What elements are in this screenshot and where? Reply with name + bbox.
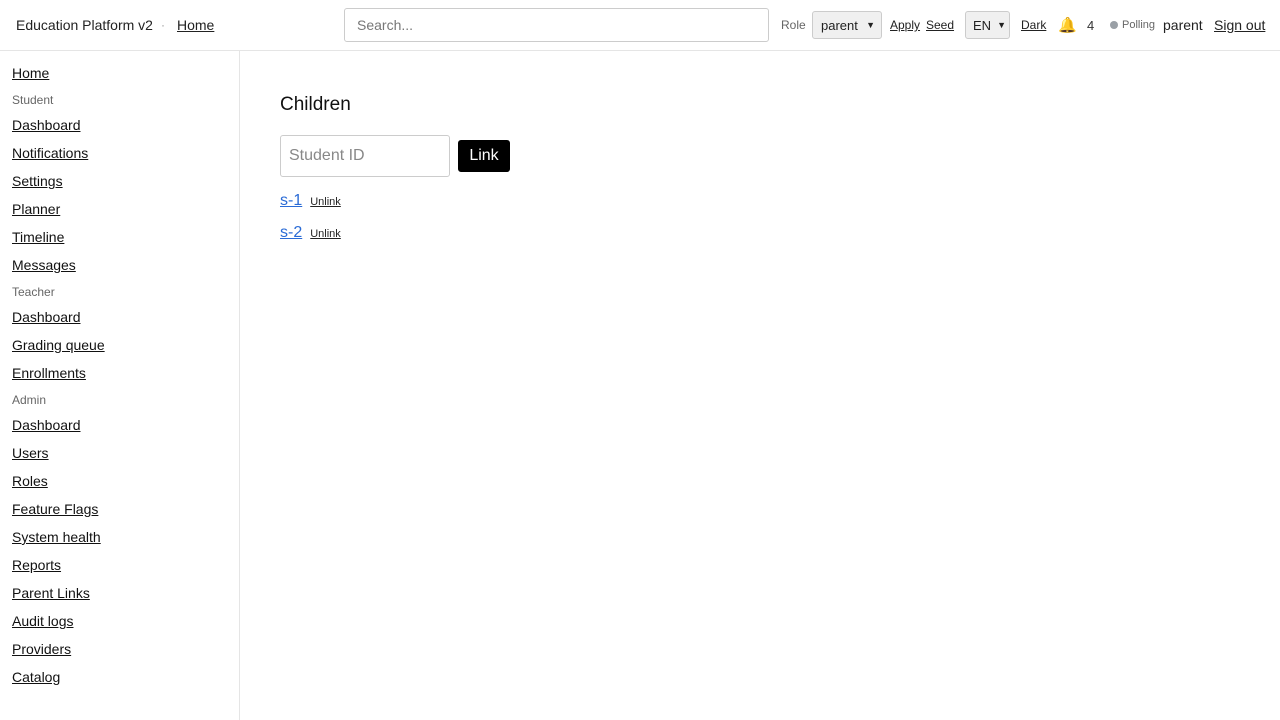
app-title: Education Platform v2 — [16, 17, 153, 33]
top-header: Education Platform v2 · Home Role parent… — [0, 0, 1280, 51]
sidebar-item-grading-queue[interactable]: Grading queue — [12, 337, 105, 353]
sidebar-item-notifications[interactable]: Notifications — [12, 145, 88, 161]
sidebar-item-roles[interactable]: Roles — [12, 473, 48, 489]
role-select-value: parent — [821, 17, 858, 33]
sidebar-item-users[interactable]: Users — [12, 445, 49, 461]
apply-role-link[interactable]: Apply — [890, 0, 920, 50]
polling-status-label: Polling — [1122, 19, 1156, 31]
sidebar-item-timeline[interactable]: Timeline — [12, 229, 64, 245]
chevron-down-icon: ▼ — [866, 20, 875, 30]
link-student-button[interactable]: Link — [458, 140, 510, 172]
sidebar-item-system-health[interactable]: System health — [12, 529, 101, 545]
language-select-value: EN — [973, 17, 992, 33]
notification-count: 4 — [1087, 17, 1095, 33]
current-user-name: parent — [1163, 17, 1203, 33]
sidebar-item-student-dashboard[interactable]: Dashboard — [12, 117, 81, 133]
role-select[interactable]: parent ▼ — [812, 11, 882, 39]
sidebar-item-audit-logs[interactable]: Audit logs — [12, 613, 73, 629]
search-input[interactable] — [344, 8, 769, 42]
language-select[interactable]: EN ▼ — [965, 11, 1010, 39]
sidebar-item-teacher-dashboard[interactable]: Dashboard — [12, 309, 81, 325]
sidebar-section-admin: Admin — [12, 393, 47, 407]
header-home-link[interactable]: Home — [177, 0, 214, 50]
sidebar: Home Student Dashboard Notifications Set… — [0, 51, 240, 720]
sidebar-item-messages[interactable]: Messages — [12, 257, 76, 273]
sidebar-item-feature-flags[interactable]: Feature Flags — [12, 501, 98, 517]
unlink-button[interactable]: Unlink — [310, 228, 341, 240]
dark-mode-toggle[interactable]: Dark — [1021, 0, 1046, 50]
bell-icon[interactable]: 🔔 — [1058, 0, 1077, 50]
seed-link[interactable]: Seed — [926, 0, 954, 50]
sidebar-item-settings[interactable]: Settings — [12, 173, 63, 189]
sidebar-section-teacher: Teacher — [12, 285, 55, 299]
sidebar-section-student: Student — [12, 93, 54, 107]
child-id-link[interactable]: s-2 — [280, 224, 302, 242]
page-title: Children — [280, 94, 351, 115]
sidebar-item-catalog[interactable]: Catalog — [12, 669, 60, 685]
student-id-input[interactable] — [280, 135, 450, 177]
child-id-link[interactable]: s-1 — [280, 192, 302, 210]
sidebar-item-parent-links[interactable]: Parent Links — [12, 585, 90, 601]
chevron-down-icon: ▼ — [997, 20, 1006, 30]
sidebar-item-enrollments[interactable]: Enrollments — [12, 365, 86, 381]
sidebar-item-reports[interactable]: Reports — [12, 557, 61, 573]
polling-status-dot — [1110, 21, 1118, 29]
sign-out-link[interactable]: Sign out — [1214, 0, 1265, 50]
sidebar-item-admin-dashboard[interactable]: Dashboard — [12, 417, 81, 433]
sidebar-item-providers[interactable]: Providers — [12, 641, 71, 657]
header-separator: · — [161, 18, 165, 32]
sidebar-item-planner[interactable]: Planner — [12, 201, 60, 217]
role-label: Role — [781, 18, 806, 32]
unlink-button[interactable]: Unlink — [310, 196, 341, 208]
child-list-item: s-2 Unlink — [280, 224, 341, 242]
child-list-item: s-1 Unlink — [280, 192, 341, 210]
sidebar-item-home[interactable]: Home — [12, 65, 49, 81]
